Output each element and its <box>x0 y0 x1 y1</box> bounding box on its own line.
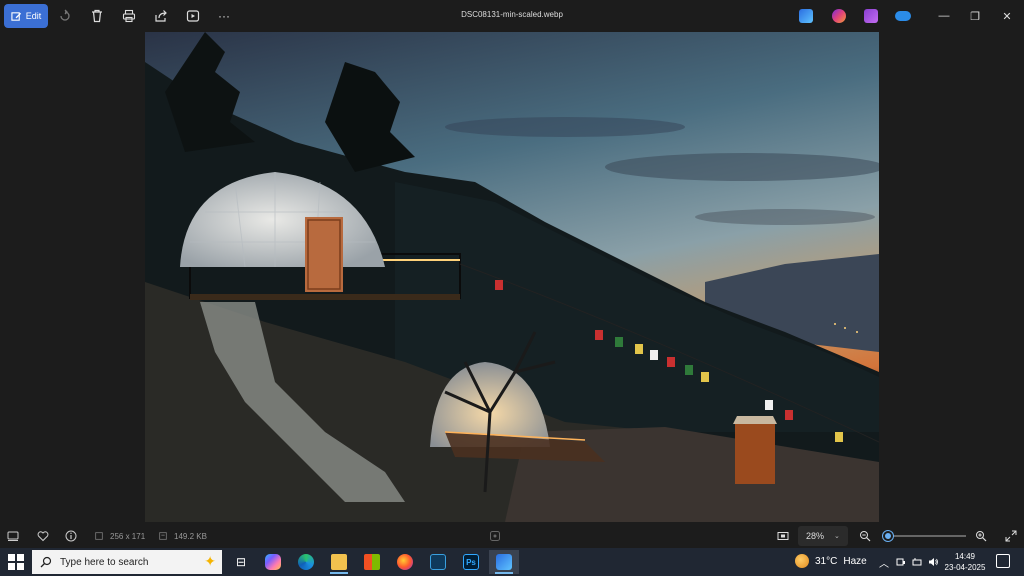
store-icon <box>364 554 380 570</box>
zoom-dropdown[interactable]: 28% ⌄ <box>798 526 848 546</box>
device-icon[interactable] <box>894 555 908 569</box>
clock-date: 23-04-2025 <box>944 563 986 572</box>
task-view-icon: ⊟ <box>235 555 247 569</box>
network-icon[interactable] <box>910 555 924 569</box>
fit-center-icon[interactable] <box>488 529 502 543</box>
search-placeholder: Type here to search <box>60 556 149 568</box>
zoom-in-icon[interactable] <box>974 529 988 543</box>
top-toolbar: Edit ··· DSC08131-min-scaled.webp — ❐ ✕ <box>0 0 1024 32</box>
photo-canvas[interactable] <box>145 32 879 522</box>
weather-condition: Haze <box>843 555 867 567</box>
folder-icon <box>331 554 347 570</box>
photos-taskbar-button[interactable] <box>489 550 519 574</box>
photos-icon <box>496 554 512 570</box>
notification-icon[interactable] <box>996 554 1010 568</box>
photo-image <box>145 32 879 522</box>
minimize-button[interactable]: — <box>934 6 954 26</box>
weather-widget[interactable]: 31°C Haze <box>795 554 867 568</box>
firefox-button[interactable] <box>390 550 420 574</box>
image-dimensions: 256 x 171 <box>110 532 146 541</box>
photoshop-icon: Ps <box>463 554 479 570</box>
taskbar-clock[interactable]: 14:49 23-04-2025 <box>940 551 990 573</box>
windows-taskbar: Type here to search ✦ ⊟ Ps 31°C Haze ︿ 1… <box>0 548 1024 576</box>
dimensions-icon <box>94 529 104 543</box>
edge-icon <box>298 554 314 570</box>
taskbar-search[interactable]: Type here to search ✦ <box>32 550 222 574</box>
microsoft-store-button[interactable] <box>357 550 387 574</box>
clock-time: 14:49 <box>954 552 976 561</box>
volume-icon[interactable] <box>926 555 940 569</box>
info-icon[interactable] <box>64 529 78 543</box>
media-player-icon <box>430 554 446 570</box>
actual-size-icon[interactable] <box>776 529 790 543</box>
task-view-button[interactable]: ⊟ <box>226 550 256 574</box>
media-player-button[interactable] <box>423 550 453 574</box>
zoom-value: 28% <box>806 531 825 541</box>
file-explorer-button[interactable] <box>324 550 354 574</box>
file-size: 149.2 KB <box>174 532 207 541</box>
chevron-down-icon: ⌄ <box>834 533 840 540</box>
photos-editor-icon[interactable] <box>799 9 813 23</box>
clipchamp-icon[interactable] <box>832 9 846 23</box>
weather-temp: 31°C <box>815 555 838 567</box>
start-button[interactable] <box>8 554 24 570</box>
chevron-up-icon[interactable]: ︿ <box>877 555 891 570</box>
weather-sun-icon <box>795 554 809 568</box>
search-icon <box>40 556 52 568</box>
favorite-icon[interactable] <box>36 529 50 543</box>
photos-app-window: Edit ··· DSC08131-min-scaled.webp — ❐ ✕ <box>0 0 1024 548</box>
photoshop-button[interactable]: Ps <box>456 550 486 574</box>
maximize-button[interactable]: ❐ <box>965 6 985 26</box>
fullscreen-icon[interactable] <box>1004 529 1018 543</box>
media-app-icon[interactable] <box>864 9 878 23</box>
close-button[interactable]: ✕ <box>997 6 1017 26</box>
filmstrip-icon[interactable] <box>6 529 20 543</box>
zoom-slider[interactable] <box>884 535 966 537</box>
copilot-sparkle-icon: ✦ <box>204 553 216 569</box>
onedrive-icon[interactable] <box>895 11 911 21</box>
firefox-icon <box>397 554 413 570</box>
file-size-icon <box>158 529 168 543</box>
copilot-button[interactable] <box>258 550 288 574</box>
edge-button[interactable] <box>291 550 321 574</box>
zoom-out-icon[interactable] <box>858 529 872 543</box>
status-bar: 256 x 171 149.2 KB <box>0 524 1024 548</box>
copilot-icon <box>265 554 281 570</box>
